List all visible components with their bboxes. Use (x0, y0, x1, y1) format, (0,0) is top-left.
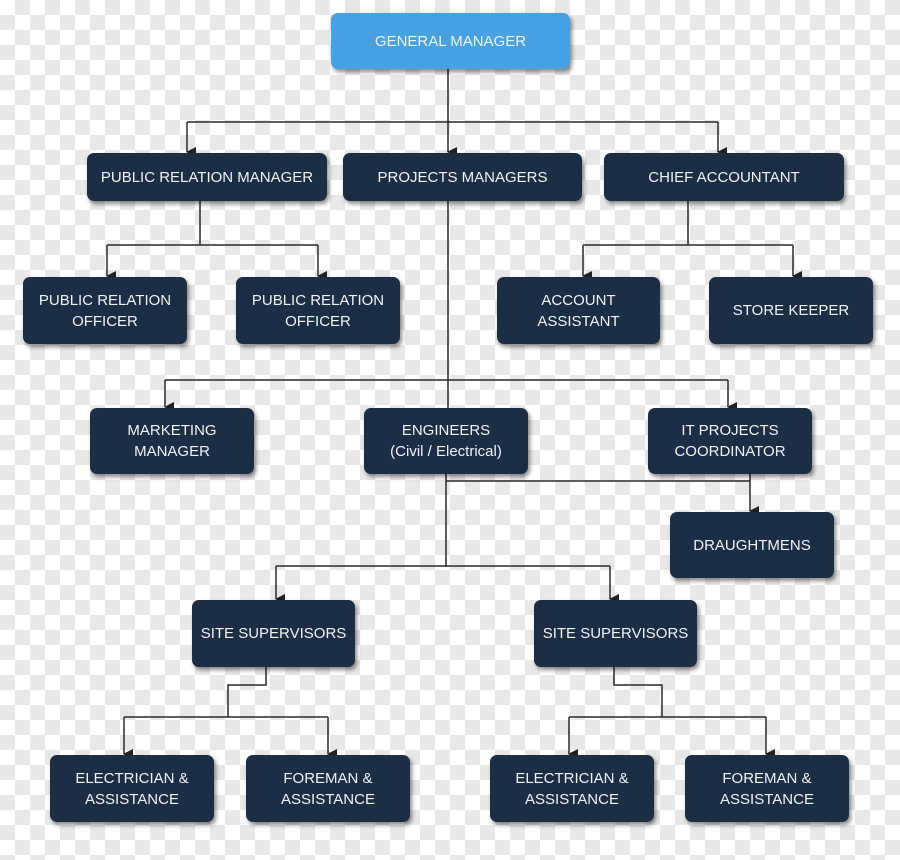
node-electrician-assistance: ELECTRICIAN & ASSISTANCE (490, 755, 654, 822)
node-pr-officer: PUBLIC RELATION OFFICER (23, 277, 187, 344)
node-it-projects-coordinator: IT PROJECTS COORDINATOR (648, 408, 812, 474)
connector (187, 69, 718, 123)
node-draughtmens: DRAUGHTMENS (670, 512, 834, 578)
node-site-supervisors: SITE SUPERVISORS (192, 600, 355, 667)
connector (569, 667, 766, 718)
node-marketing-manager: MARKETING MANAGER (90, 408, 254, 474)
node-public-relation-manager: PUBLIC RELATION MANAGER (87, 153, 327, 201)
node-foreman-assistance: FOREMAN & ASSISTANCE (246, 755, 410, 822)
node-electrician-assistance: ELECTRICIAN & ASSISTANCE (50, 755, 214, 822)
node-foreman-assistance: FOREMAN & ASSISTANCE (685, 755, 849, 822)
node-general-manager: GENERAL MANAGER (331, 13, 570, 69)
node-projects-managers: PROJECTS MANAGERS (343, 153, 582, 201)
connector (107, 201, 318, 246)
node-store-keeper: STORE KEEPER (709, 277, 873, 344)
node-site-supervisors: SITE SUPERVISORS (534, 600, 697, 667)
node-account-assistant: ACCOUNT ASSISTANT (497, 277, 660, 344)
connector (124, 667, 328, 718)
node-engineers: ENGINEERS (Civil / Electrical) (364, 408, 528, 474)
connector (583, 201, 793, 246)
node-pr-officer: PUBLIC RELATION OFFICER (236, 277, 400, 344)
node-chief-accountant: CHIEF ACCOUNTANT (604, 153, 844, 201)
